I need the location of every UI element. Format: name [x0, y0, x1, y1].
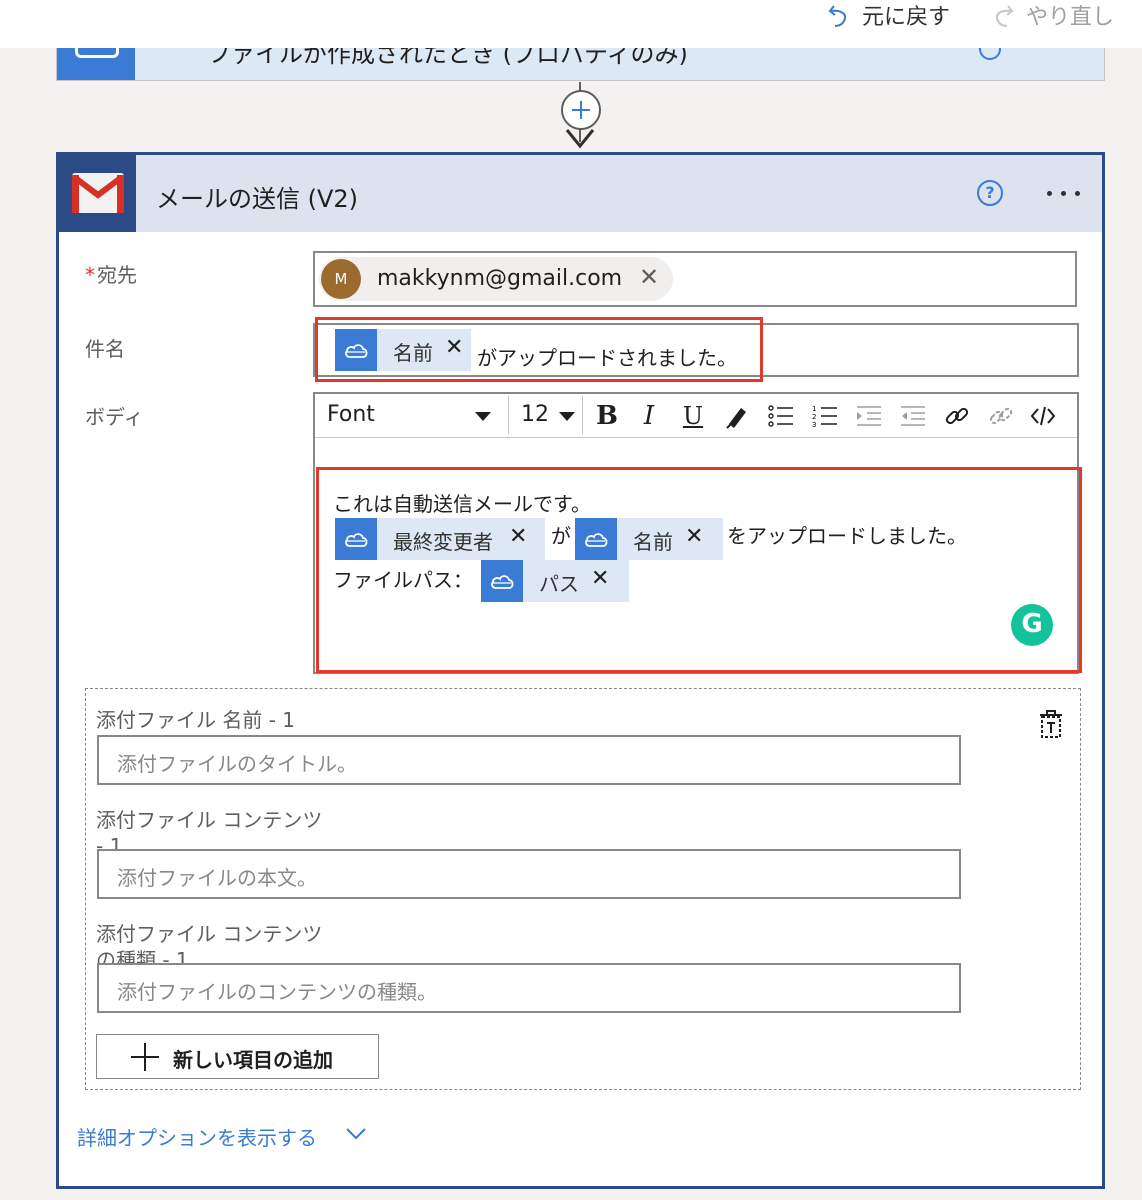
redo-label: やり直し [1026, 5, 1115, 30]
chevron-down-icon[interactable] [345, 1127, 367, 1141]
grammarly-icon[interactable]: G [1011, 604, 1053, 646]
token-label: 名前 [633, 530, 673, 554]
chevron-down-icon [559, 412, 575, 421]
to-field[interactable]: M makkynm@gmail.com ✕ [313, 251, 1077, 307]
required-marker: * [85, 263, 95, 287]
placeholder: 添付ファイルのコンテンツの種類。 [117, 980, 437, 1004]
add-item-label: 新しい項目の追加 [173, 1048, 333, 1072]
outdent-button[interactable] [895, 398, 931, 434]
chevron-down-icon [475, 412, 491, 421]
onedrive-icon [335, 329, 377, 371]
insert-link-button[interactable] [939, 398, 975, 434]
remove-token-icon[interactable]: ✕ [445, 335, 463, 360]
undo-label: 元に戻す [862, 5, 951, 30]
svg-text:1: 1 [812, 405, 816, 413]
attachment-content-type-input[interactable]: 添付ファイルのコンテンツの種類。 [97, 963, 961, 1013]
body-connector-text: が [551, 524, 571, 548]
underline-button[interactable]: U [675, 398, 711, 434]
font-size-select[interactable]: 12 [513, 396, 583, 434]
card-title: メールの送信 (V2) [156, 185, 359, 213]
attachment-name-label: 添付ファイル 名前 - 1 [96, 708, 296, 732]
link-icon [945, 407, 969, 425]
font-size-label: 12 [521, 402, 549, 427]
subject-suffix-text: がアップロードされました。 [477, 346, 737, 370]
insert-step-button[interactable] [561, 90, 601, 130]
svg-text:3: 3 [812, 421, 816, 429]
attachment-name-input[interactable]: 添付ファイルのタイトル。 [97, 735, 961, 785]
undo-icon [828, 5, 846, 27]
body-label: ボディ [85, 405, 144, 429]
redo-icon [996, 5, 1014, 27]
marker-icon [726, 408, 746, 429]
body-last-modified-token[interactable]: 最終変更者 ✕ [335, 518, 545, 560]
body-line-2-suffix: をアップロードしました。 [727, 524, 967, 548]
undo-button-visible[interactable]: 元に戻す [826, 2, 951, 30]
placeholder: 添付ファイルの本文。 [117, 866, 317, 890]
previous-step-card[interactable]: ファイルが作成されたとき (プロパティのみ) [56, 38, 1105, 81]
attachment-content-input[interactable]: 添付ファイルの本文。 [97, 849, 961, 899]
highlight-color-button[interactable] [719, 398, 755, 434]
remove-link-button[interactable] [983, 398, 1019, 434]
bullet-list-button[interactable] [763, 398, 799, 434]
help-icon[interactable]: ? [977, 180, 1003, 206]
show-advanced-options-link[interactable]: 詳細オプションを表示する [77, 1122, 317, 1151]
subject-name-token[interactable]: 名前 ✕ [335, 329, 471, 371]
delete-item-icon[interactable] [1034, 707, 1068, 741]
add-new-item-button[interactable]: 新しい項目の追加 [96, 1034, 379, 1079]
remove-token-icon[interactable]: ✕ [591, 566, 609, 591]
subject-field[interactable]: 名前 ✕ がアップロードされました。 [313, 323, 1079, 377]
token-label: 名前 [393, 341, 433, 365]
gmail-icon [72, 173, 124, 213]
token-label: パス [539, 572, 579, 596]
subject-label: 件名 [85, 337, 125, 361]
body-editor[interactable]: Font 12 B I U 123 これは自動送信メールです。 最終変更者 ✕ … [313, 392, 1079, 674]
rich-text-toolbar: Font 12 B I U 123 [315, 394, 1077, 438]
to-label: * 宛先 [85, 263, 137, 287]
font-select-label: Font [327, 402, 375, 427]
code-icon [1030, 406, 1056, 426]
font-family-select[interactable]: Font [317, 396, 509, 434]
numbered-list-icon: 123 [812, 405, 837, 429]
send-email-card: メールの送信 (V2) ? * 宛先 M makkynm@gmail.com ✕ … [56, 152, 1105, 1189]
plus-icon [131, 1043, 159, 1071]
attachments-section: 添付ファイル 名前 - 1 添付ファイルのタイトル。 添付ファイル コンテンツ … [85, 688, 1081, 1090]
recipient-chip[interactable]: M makkynm@gmail.com ✕ [319, 257, 673, 301]
recipient-email: makkynm@gmail.com [377, 266, 623, 291]
avatar: M [321, 259, 361, 299]
numbered-list-button[interactable]: 123 [807, 398, 843, 434]
arrow-down-icon [565, 129, 595, 149]
onedrive-icon [335, 518, 377, 560]
indent-button[interactable] [851, 398, 887, 434]
body-path-token[interactable]: パス ✕ [481, 560, 629, 602]
remove-token-icon[interactable]: ✕ [509, 524, 527, 549]
bold-button[interactable]: B [589, 398, 625, 434]
remove-token-icon[interactable]: ✕ [685, 524, 703, 549]
top-toolbar-mask: 元に戻す やり直し [0, 0, 1142, 48]
code-view-button[interactable] [1025, 398, 1061, 434]
body-line-3-prefix: ファイルパス： [333, 568, 473, 592]
onedrive-icon [481, 560, 523, 602]
card-header[interactable]: メールの送信 (V2) ? [59, 155, 1102, 232]
indent-icon [857, 406, 881, 426]
more-options-icon[interactable] [1045, 191, 1083, 197]
onedrive-icon [575, 518, 617, 560]
unlink-icon [989, 407, 1013, 425]
body-line-1: これは自動送信メールです。 [333, 492, 591, 516]
token-label: 最終変更者 [393, 530, 493, 554]
svg-text:2: 2 [812, 413, 816, 421]
redo-button-visible[interactable]: やり直し [990, 2, 1115, 30]
remove-recipient-icon[interactable]: ✕ [639, 263, 659, 291]
outdent-icon [901, 406, 925, 426]
body-name-token[interactable]: 名前 ✕ [575, 518, 723, 560]
italic-button[interactable]: I [631, 398, 667, 434]
gmail-icon-block [59, 155, 136, 232]
bullet-list-icon [768, 405, 793, 427]
placeholder: 添付ファイルのタイトル。 [117, 752, 357, 776]
onedrive-step-icon [57, 40, 135, 80]
